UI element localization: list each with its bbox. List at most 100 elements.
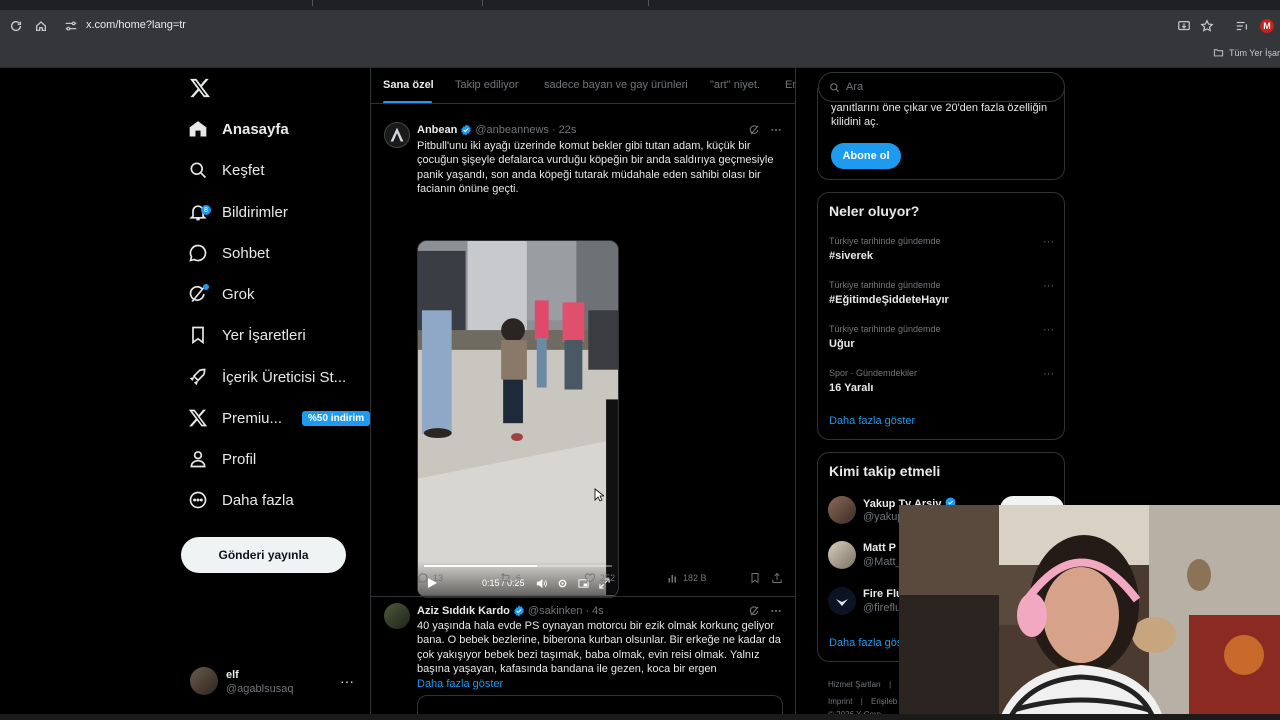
follow-show-more[interactable]: Daha fazla gös <box>829 637 902 649</box>
x-logo-icon[interactable] <box>189 78 211 98</box>
account-switcher[interactable]: elf @agablsusaq ··· <box>190 667 360 697</box>
tab-separator <box>648 0 649 6</box>
bookmark-button[interactable] <box>749 572 761 584</box>
post-author[interactable]: Anbean <box>417 124 457 136</box>
subscribe-button[interactable]: Abone ol <box>831 143 901 169</box>
nav-notifications[interactable]: 8 Bildirimler <box>188 197 288 227</box>
nav-creator-studio[interactable]: İçerik Üreticisi St... <box>188 362 346 392</box>
account-handle: @agablsusaq <box>226 683 294 695</box>
home-icon <box>189 121 207 137</box>
trend-item[interactable]: Spor · Gündemdekiler 16 Yaralı ··· <box>829 368 1054 394</box>
nav-more[interactable]: Daha fazla <box>188 485 294 515</box>
post-author[interactable]: Aziz Sıddık Kardo <box>417 605 510 617</box>
star-icon[interactable] <box>1197 16 1217 36</box>
nav-chat[interactable]: Sohbet <box>188 238 270 268</box>
trends-show-more[interactable]: Daha fazla göster <box>829 415 915 427</box>
grok-explain-icon[interactable] <box>748 124 760 136</box>
tab-for-you[interactable]: Sana özel <box>383 79 434 91</box>
folder-icon <box>1213 49 1224 57</box>
search-input[interactable]: Ara <box>818 72 1065 102</box>
verified-badge-icon <box>514 605 524 617</box>
tab-separator <box>312 0 313 6</box>
post[interactable]: Aziz Sıddık Kardo @sakinken · 4s 40 yaşı… <box>371 597 796 720</box>
post-handle[interactable]: @anbeannews <box>475 124 549 136</box>
timeline-tabs: Sana özel Takip ediliyor sadece bayan ve… <box>371 68 796 104</box>
all-bookmarks[interactable]: Tüm Yer İşar <box>1213 47 1280 58</box>
nav-home[interactable]: Anasayfa <box>188 114 289 144</box>
follow-handle: @yakup <box>863 511 904 523</box>
repost-count: 6 <box>516 573 522 583</box>
tab-separator <box>482 0 483 6</box>
tab-following[interactable]: Takip ediliyor <box>455 79 519 91</box>
more-icon[interactable] <box>770 605 782 617</box>
nav-explore[interactable]: Keşfet <box>188 155 265 185</box>
site-settings-icon[interactable] <box>61 16 81 36</box>
nav-grok[interactable]: Grok <box>188 279 255 309</box>
video-frame <box>418 241 618 596</box>
trend-item[interactable]: Türkiye tarihinde gündemde Uğur ··· <box>829 324 1054 350</box>
nav-profile[interactable]: Profil <box>188 444 256 474</box>
os-taskbar <box>0 714 1280 720</box>
post-text: 40 yaşında hala evde PS oynayan motorcu … <box>417 619 781 691</box>
post-header: Anbean @anbeannews · 22s <box>417 124 576 136</box>
trend-context: Türkiye tarihinde gündemde <box>829 236 941 246</box>
more-icon[interactable]: ··· <box>1043 280 1054 292</box>
follow-title: Kimi takip etmeli <box>829 463 941 479</box>
more-icon[interactable] <box>770 124 782 136</box>
more-icon[interactable]: ··· <box>1043 236 1054 248</box>
post-handle[interactable]: @sakinken <box>528 605 583 617</box>
bell-icon-wrap: 8 <box>188 202 211 222</box>
post-time[interactable]: 4s <box>592 605 604 617</box>
avatar[interactable] <box>384 603 410 629</box>
more-icon[interactable]: ··· <box>1043 368 1054 380</box>
trends-card: Neler oluyor? Türkiye tarihinde gündemde… <box>817 192 1065 440</box>
post-header: Aziz Sıddık Kardo @sakinken · 4s <box>417 605 604 617</box>
footer-link[interactable]: Erişileb <box>871 697 897 706</box>
heart-icon <box>585 573 595 583</box>
footer-link[interactable]: Imprint <box>828 697 852 706</box>
share-button[interactable] <box>771 572 783 584</box>
nav-label: Grok <box>222 285 255 303</box>
tab-list[interactable]: "art" niyet. <box>710 79 760 91</box>
tab-list[interactable]: sadece bayan ve gay ürünleri <box>544 79 688 91</box>
trend-item[interactable]: Türkiye tarihinde gündemde #EğitimdeŞidd… <box>829 280 1054 306</box>
reload-icon[interactable] <box>6 16 26 36</box>
avatar[interactable] <box>384 122 410 148</box>
post-video[interactable]: 0:15 / 0:25 <box>417 240 619 598</box>
repost-button[interactable]: 6 <box>500 572 521 584</box>
trend-item[interactable]: Türkiye tarihinde gündemde #siverek ··· <box>829 236 1054 262</box>
avatar <box>190 667 218 695</box>
install-app-icon[interactable] <box>1174 16 1194 36</box>
profile-avatar[interactable]: M <box>1260 19 1274 33</box>
views-button[interactable]: 182 B <box>667 572 707 584</box>
tab-list[interactable]: En <box>785 79 796 91</box>
footer-link[interactable]: Hizmet Şartları <box>828 680 881 689</box>
nav-bookmarks[interactable]: Yer İşaretleri <box>188 320 306 350</box>
chat-icon <box>189 244 207 262</box>
verified-badge-icon <box>461 124 472 136</box>
video-progress-bar[interactable] <box>424 565 612 567</box>
like-button[interactable]: 252 <box>584 572 615 584</box>
more-circle-icon <box>189 491 207 509</box>
grok-icon-wrap <box>188 284 209 304</box>
premium-text: yanıtlarını öne çıkar ve 20'den fazla öz… <box>831 102 1048 128</box>
account-more-icon[interactable]: ··· <box>340 673 354 689</box>
nav-label: Yer İşaretleri <box>222 326 306 344</box>
reply-count: 13 <box>433 573 444 583</box>
more-icon[interactable]: ··· <box>1043 324 1054 336</box>
post-time[interactable]: 22s <box>559 124 577 136</box>
grok-explain-icon[interactable] <box>748 605 760 617</box>
media-control-icon[interactable] <box>1232 16 1252 36</box>
nav-premium[interactable]: Premiu... %50 indirim <box>188 403 371 433</box>
trend-context: Türkiye tarihinde gündemde <box>829 324 941 334</box>
reply-icon <box>418 573 428 583</box>
address-bar[interactable]: x.com/home?lang=tr <box>86 19 186 31</box>
post-button[interactable]: Gönderi yayınla <box>181 537 346 573</box>
home-browser-icon[interactable] <box>31 16 51 36</box>
reply-button[interactable]: 13 <box>417 572 443 584</box>
post[interactable]: Anbean @anbeannews · 22s Pitbull'unu iki… <box>371 104 796 598</box>
account-name: elf <box>226 669 239 681</box>
show-more-link[interactable]: Daha fazla göster <box>417 678 503 690</box>
follow-handle: @fireflu <box>863 602 902 614</box>
nav-label: Premiu... <box>222 409 283 427</box>
